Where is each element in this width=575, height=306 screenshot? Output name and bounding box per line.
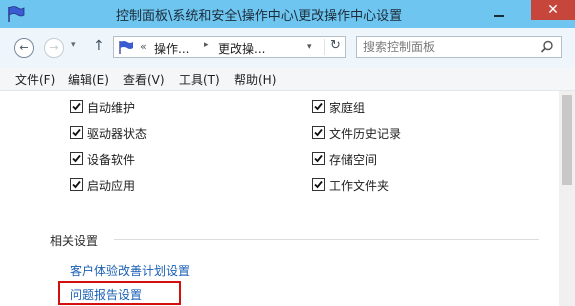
close-button[interactable]: ✕ xyxy=(531,0,575,20)
back-button[interactable]: ← xyxy=(14,38,34,58)
checkbox[interactable] xyxy=(312,178,325,191)
checkbox-label: 自动维护 xyxy=(87,101,136,115)
checkmark-icon xyxy=(72,154,81,163)
checkmark-icon xyxy=(314,102,323,111)
recent-pages-dropdown-icon[interactable]: ▾ xyxy=(71,40,76,50)
breadcrumb-change-settings[interactable]: 更改操... xyxy=(218,40,265,57)
navigation-bar: ← → ▾ ↑ « 操作... ▸ 更改操... ▾ ↻ xyxy=(0,28,575,68)
menu-tools[interactable]: 工具(T) xyxy=(179,71,220,88)
menu-help[interactable]: 帮助(H) xyxy=(234,71,276,88)
checkmark-icon xyxy=(314,128,323,137)
customer-experience-link[interactable]: 客户体验改善计划设置 xyxy=(70,262,190,279)
checkbox-label: 家庭组 xyxy=(329,101,366,115)
search-input[interactable] xyxy=(363,39,533,55)
menu-bar: 文件(F) 编辑(E) 查看(V) 工具(T) 帮助(H) xyxy=(0,68,575,91)
search-box[interactable] xyxy=(356,36,562,58)
checkbox[interactable] xyxy=(312,126,325,139)
address-bar[interactable]: « 操作... ▸ 更改操... ▾ ↻ xyxy=(113,36,346,58)
checkmark-icon xyxy=(72,128,81,137)
checkbox[interactable] xyxy=(70,126,83,139)
checkbox-label: 存储空间 xyxy=(329,153,378,167)
control-panel-icon xyxy=(119,41,133,54)
related-settings-heading: 相关设置 xyxy=(50,234,99,248)
menu-file[interactable]: 文件(F) xyxy=(15,71,55,88)
section-divider xyxy=(114,239,539,240)
scrollbar-thumb[interactable] xyxy=(562,95,572,185)
checkmark-icon xyxy=(72,102,81,111)
checkmark-icon xyxy=(314,180,323,189)
up-button[interactable]: ↑ xyxy=(93,38,105,54)
checkbox[interactable] xyxy=(312,152,325,165)
checkmark-icon xyxy=(314,154,323,163)
checkbox-label: 工作文件夹 xyxy=(329,179,390,193)
breadcrumb-arrow-icon[interactable]: ▸ xyxy=(204,40,209,50)
menu-view[interactable]: 查看(V) xyxy=(123,71,165,88)
window-title: 控制面板\系统和安全\操作中心\更改操作中心设置 xyxy=(116,9,403,24)
forward-button[interactable]: → xyxy=(44,38,64,58)
highlight-annotation xyxy=(58,281,181,305)
checkbox-label: 文件历史记录 xyxy=(329,127,402,141)
checkbox[interactable] xyxy=(70,100,83,113)
address-dropdown-icon[interactable]: ▾ xyxy=(307,42,312,52)
refresh-icon[interactable]: ↻ xyxy=(330,38,341,53)
checkbox-label: 启动应用 xyxy=(87,179,136,193)
checkbox-label: 驱动器状态 xyxy=(87,127,148,141)
title-bar: 控制面板\系统和安全\操作中心\更改操作中心设置 ✕ xyxy=(0,0,575,28)
minimize-button[interactable] xyxy=(486,6,512,22)
address-divider xyxy=(324,39,325,55)
search-icon[interactable] xyxy=(540,40,554,54)
breadcrumb-overflow[interactable]: « xyxy=(140,40,147,53)
vertical-scrollbar[interactable] xyxy=(559,91,575,306)
checkbox[interactable] xyxy=(70,178,83,191)
menu-edit[interactable]: 编辑(E) xyxy=(68,71,109,88)
checkbox[interactable] xyxy=(70,152,83,165)
breadcrumb-action-center[interactable]: 操作... xyxy=(154,40,189,57)
settings-content: 自动维护 驱动器状态 设备软件 启动应用 家庭组 文件历史记录 存储空间 工作文… xyxy=(0,91,559,306)
checkbox[interactable] xyxy=(312,100,325,113)
control-panel-flag-icon xyxy=(8,6,25,22)
checkbox-label: 设备软件 xyxy=(87,153,136,167)
checkmark-icon xyxy=(72,180,81,189)
